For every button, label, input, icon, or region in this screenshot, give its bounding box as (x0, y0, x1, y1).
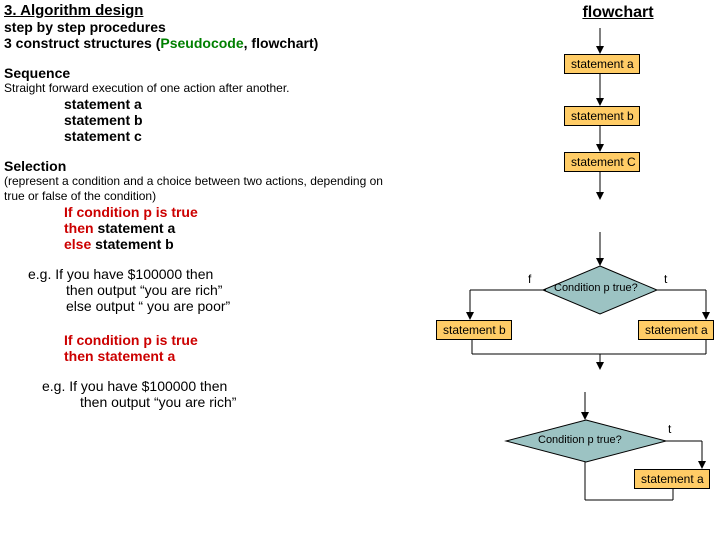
arrow-4o (598, 172, 602, 200)
eg2-l1: e.g. If you have $100000 then (42, 378, 394, 394)
arrow-2 (598, 74, 602, 106)
eg1-l3: else output “ you are poor” (66, 298, 394, 314)
main-title: 3. Algorithm design (4, 2, 394, 19)
label-t2: t (668, 422, 671, 436)
selection-head: Selection (4, 158, 394, 174)
sel-box-b: statement b (436, 320, 512, 340)
flow-box-c: statement C (564, 152, 640, 172)
arrow-d1-right (656, 290, 716, 320)
pseudocode-word: Pseudocode (160, 35, 243, 51)
label-t: t (664, 272, 667, 286)
sequence-head: Sequence (4, 65, 394, 81)
seq-s2: statement b (64, 112, 394, 128)
flowchart-title: flowchart (520, 4, 716, 22)
seq-s1: statement a (64, 96, 394, 112)
seq-s3: statement c (64, 128, 394, 144)
subtitle-2: 3 construct structures (Pseudocode, flow… (4, 35, 394, 51)
sel-l2a: then (64, 220, 97, 236)
arrow-d1in (598, 232, 602, 266)
diamond1-text: Condition p true? (554, 282, 638, 294)
arrow-d1-merge (470, 340, 720, 370)
sub2c: , flowchart) (244, 35, 319, 51)
eg1-l2: then output “you are rich” (66, 282, 394, 298)
subtitle-1: step by step procedures (4, 19, 394, 35)
arrow-1 (598, 28, 602, 54)
flow-box-a: statement a (564, 54, 640, 74)
arrow-d2-merge (583, 462, 707, 506)
selection-desc: (represent a condition and a choice betw… (4, 174, 394, 204)
sel-l2b: statement a (97, 220, 175, 236)
diamond2-text: Condition p true? (538, 434, 622, 446)
sel-l3a: else (64, 236, 95, 252)
sel2-l1: If condition p is true (64, 332, 394, 348)
sel-l1: If condition p is true (64, 204, 394, 220)
sequence-desc: Straight forward execution of one action… (4, 81, 394, 96)
sel-l3b: statement b (95, 236, 174, 252)
flow-box-b: statement b (564, 106, 640, 126)
eg1-l1: e.g. If you have $100000 then (28, 266, 394, 282)
arrow-d1-left (460, 290, 546, 320)
sel2-l2: then statement a (64, 348, 394, 364)
sub2a: 3 construct structures ( (4, 35, 160, 51)
arrow-d2in (583, 392, 587, 420)
eg2-l2: then output “you are rich” (80, 394, 394, 410)
sel-box-a: statement a (638, 320, 714, 340)
label-f: f (528, 272, 531, 286)
arrow-3 (598, 126, 602, 152)
